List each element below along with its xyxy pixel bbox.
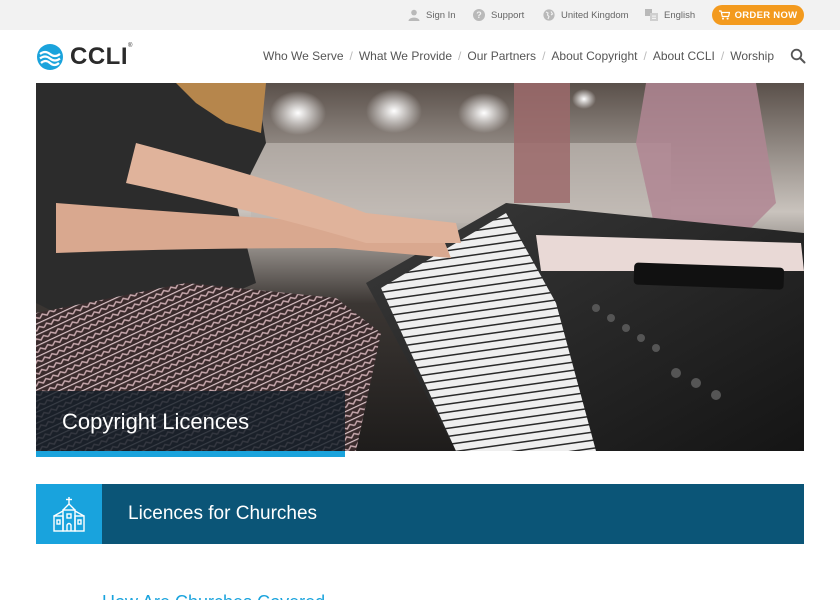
nav-what-we-provide[interactable]: What We Provide <box>359 49 452 63</box>
logo-trademark: ® <box>128 43 133 49</box>
nav-separator: / <box>349 49 353 63</box>
banner-icon-box <box>36 484 102 544</box>
nav-about-copyright[interactable]: About Copyright <box>551 49 637 63</box>
support-link[interactable]: ? Support <box>473 0 524 30</box>
cart-icon <box>718 10 730 20</box>
hero-caption: Copyright Licences <box>36 391 345 457</box>
region-label: United Kingdom <box>561 9 629 21</box>
utility-bar: Sign In ? Support United Kingdom English… <box>0 0 840 30</box>
nav-our-partners[interactable]: Our Partners <box>467 49 536 63</box>
language-icon <box>645 9 658 21</box>
nav-worship[interactable]: Worship <box>730 49 774 63</box>
how-churches-covered-heading: How Are Churches Covered <box>102 592 325 600</box>
region-selector[interactable]: United Kingdom <box>543 0 629 30</box>
sign-in-label: Sign In <box>426 9 456 21</box>
banner-title: Licences for Churches <box>128 503 318 524</box>
globe-icon <box>543 9 555 21</box>
help-icon: ? <box>473 9 485 21</box>
support-label: Support <box>491 9 525 21</box>
nav-about-ccli[interactable]: About CCLI <box>653 49 715 63</box>
logo-wordmark: CCLI® <box>70 43 133 71</box>
user-icon <box>408 9 420 21</box>
main-nav: Who We Serve / What We Provide / Our Par… <box>263 46 774 66</box>
nav-separator: / <box>643 49 647 63</box>
ccli-logo-mark-icon <box>37 44 63 70</box>
order-now-button[interactable]: ORDER NOW <box>712 5 804 25</box>
language-label: English <box>664 9 696 21</box>
ccli-logo[interactable]: CCLI® <box>36 42 133 72</box>
nav-separator: / <box>542 49 546 63</box>
hero-caption-accent-bar <box>36 451 345 457</box>
language-selector[interactable]: English <box>645 0 695 30</box>
svg-text:?: ? <box>476 10 482 20</box>
licences-for-churches-banner[interactable]: Licences for Churches <box>36 484 804 544</box>
hero-caption-title: Copyright Licences <box>62 409 250 434</box>
nav-separator: / <box>458 49 462 63</box>
search-icon[interactable] <box>790 48 806 64</box>
nav-separator: / <box>720 49 725 63</box>
sign-in-link[interactable]: Sign In <box>408 0 456 30</box>
order-now-label: ORDER NOW <box>734 9 798 21</box>
logo-name: CCLI <box>70 43 128 70</box>
nav-who-we-serve[interactable]: Who We Serve <box>263 49 343 63</box>
church-icon <box>53 497 85 532</box>
